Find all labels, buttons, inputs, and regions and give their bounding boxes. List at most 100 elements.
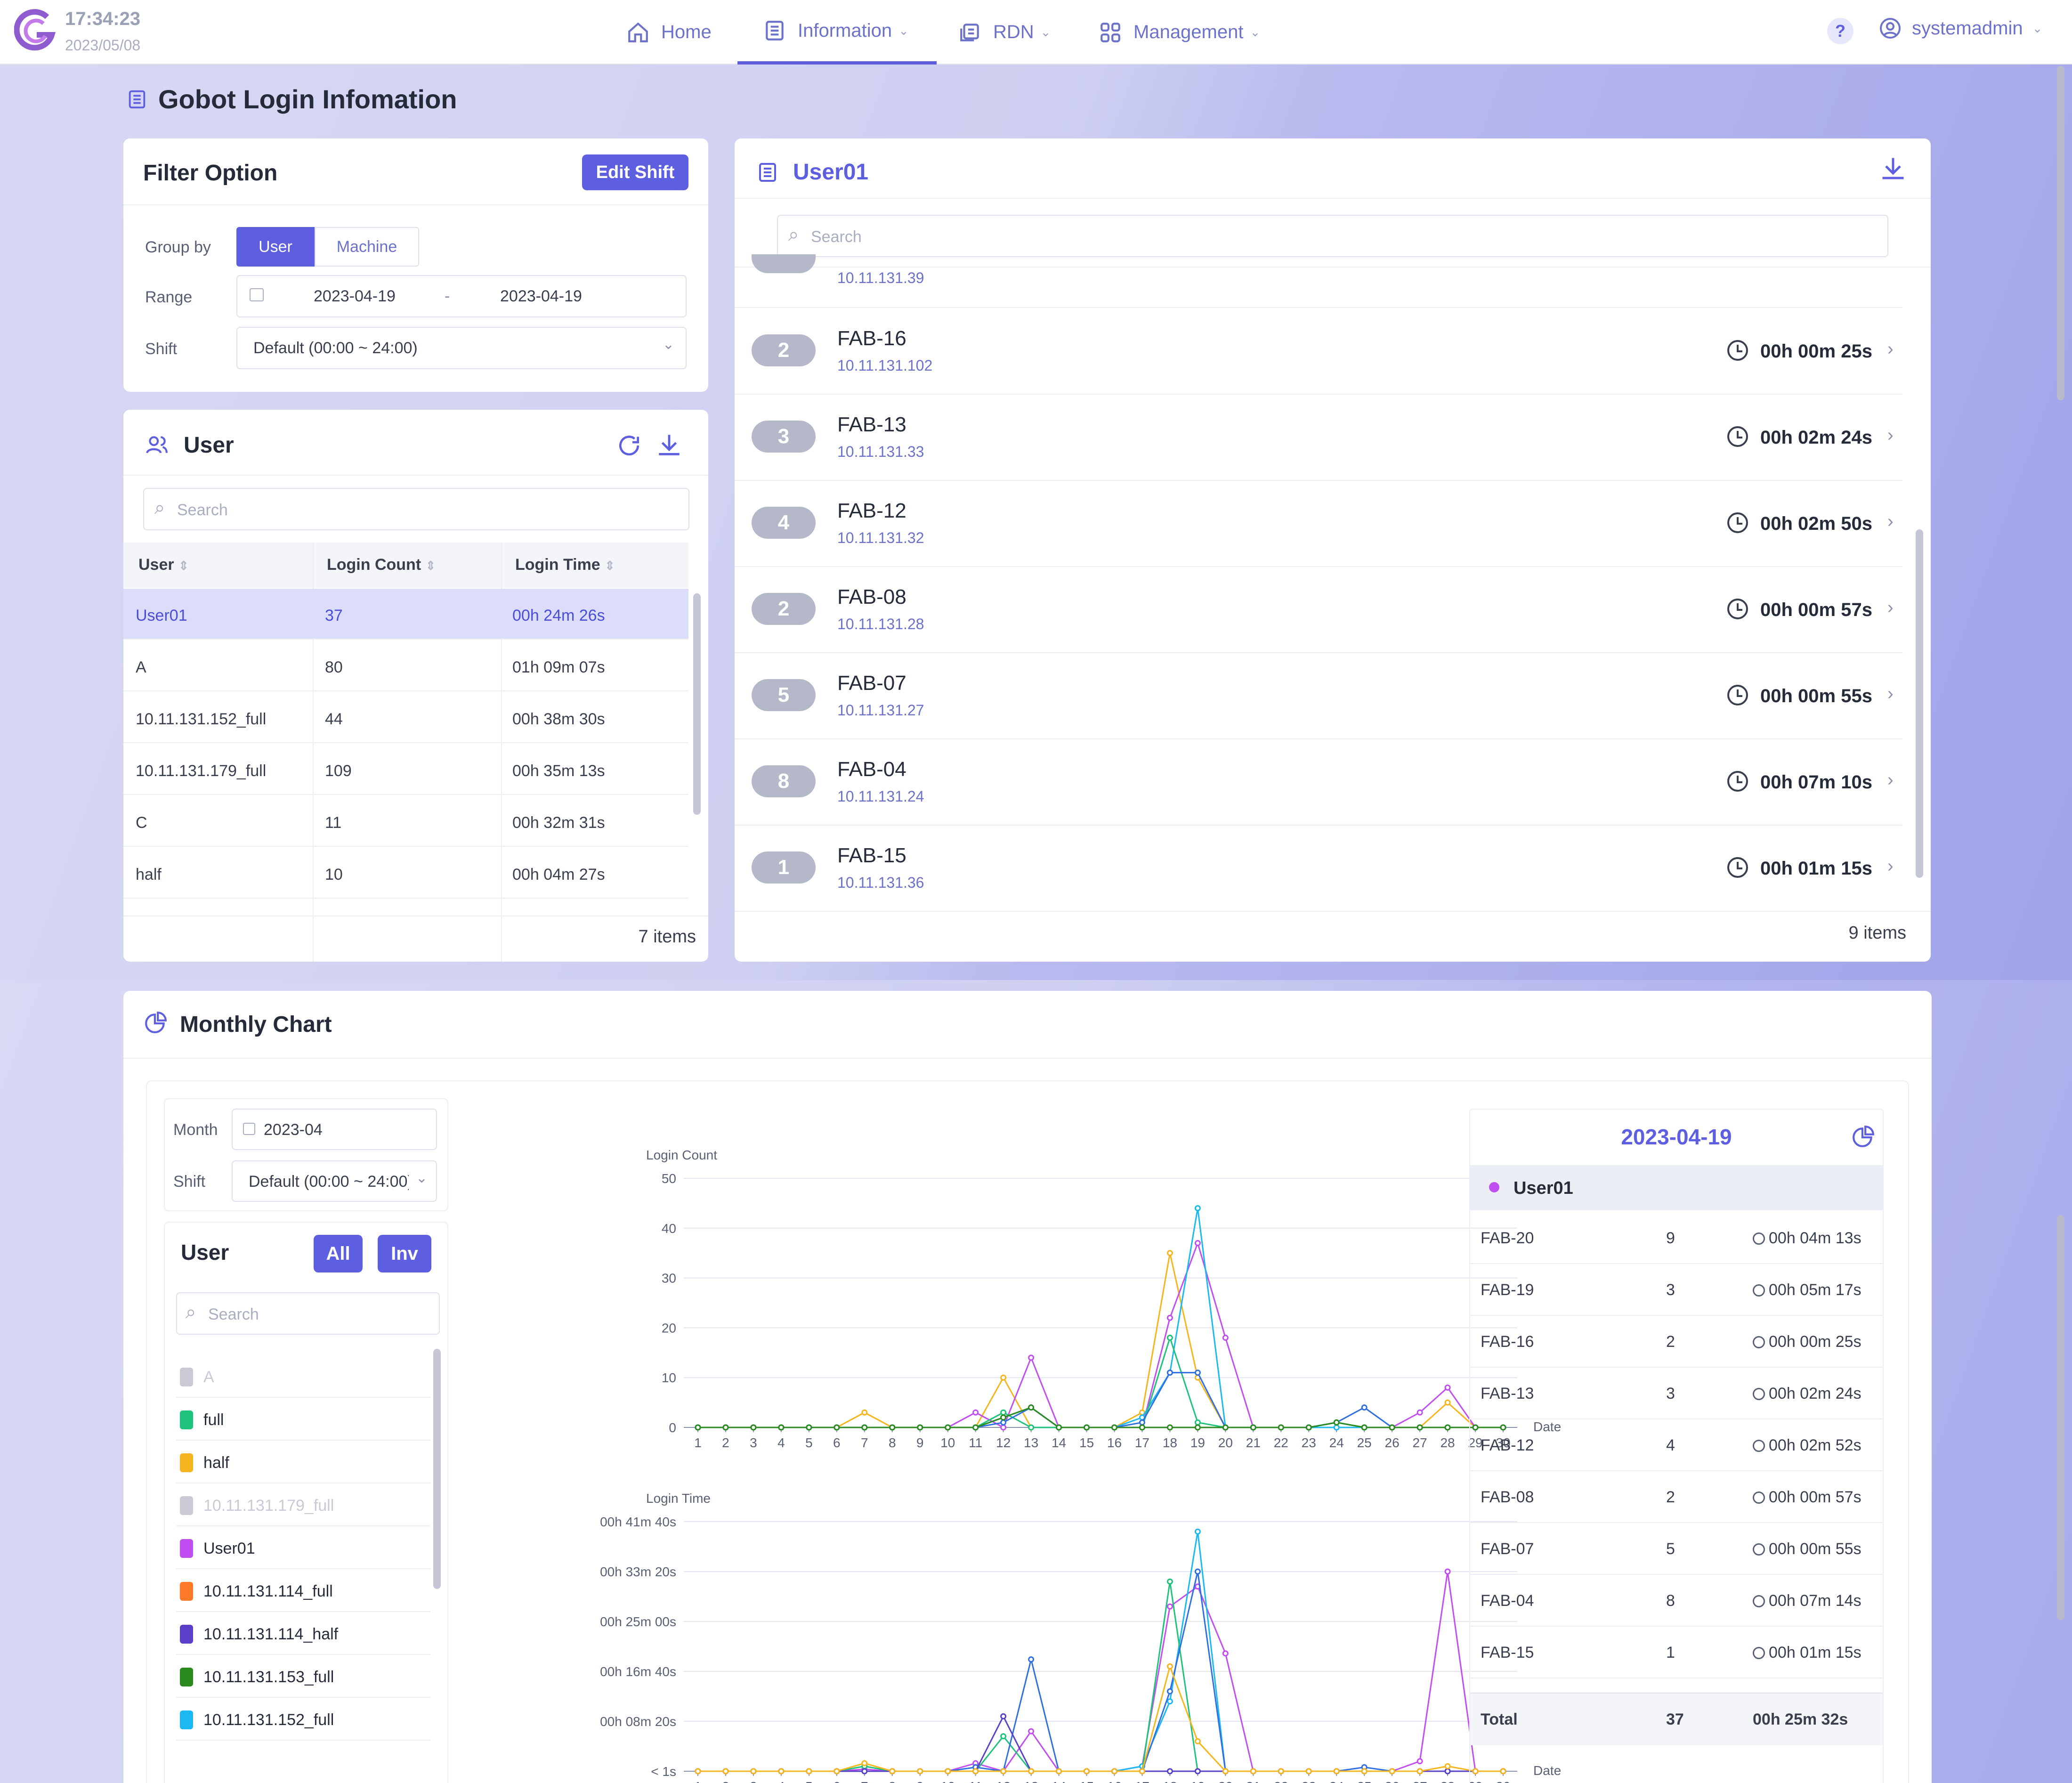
user-search-input[interactable]: ⌕ Search bbox=[143, 488, 689, 530]
chevron-right-icon[interactable]: › bbox=[1887, 339, 1894, 359]
data-point[interactable] bbox=[1361, 1424, 1368, 1431]
data-point[interactable] bbox=[1000, 1768, 1007, 1775]
data-point[interactable] bbox=[1028, 1768, 1035, 1775]
detail-search-input[interactable]: ⌕ Search bbox=[777, 215, 1888, 257]
data-point[interactable] bbox=[1444, 1384, 1451, 1391]
data-point[interactable] bbox=[1250, 1424, 1256, 1431]
refresh-icon[interactable] bbox=[616, 432, 642, 459]
data-point[interactable] bbox=[1056, 1768, 1062, 1775]
nav-management[interactable]: Management ⌄ bbox=[1099, 0, 1260, 65]
data-point[interactable] bbox=[1416, 1768, 1423, 1775]
data-point[interactable] bbox=[1166, 1370, 1173, 1376]
pie-chart-icon[interactable] bbox=[1852, 1125, 1875, 1148]
data-point[interactable] bbox=[1111, 1424, 1117, 1431]
data-point[interactable] bbox=[1389, 1424, 1395, 1431]
data-point[interactable] bbox=[945, 1768, 951, 1775]
data-point[interactable] bbox=[1166, 1603, 1173, 1610]
data-point[interactable] bbox=[1028, 1404, 1035, 1411]
nav-rdn[interactable]: RDN ⌄ bbox=[958, 0, 1051, 65]
data-point[interactable] bbox=[1305, 1768, 1312, 1775]
chevron-right-icon[interactable]: › bbox=[1887, 856, 1894, 876]
user-menu[interactable]: systemadmin ⌄ bbox=[1879, 17, 2042, 40]
data-point[interactable] bbox=[889, 1768, 896, 1775]
chevron-right-icon[interactable]: › bbox=[1887, 425, 1894, 446]
download-icon[interactable] bbox=[656, 431, 683, 459]
nav-home[interactable]: Home bbox=[626, 0, 712, 65]
data-point[interactable] bbox=[972, 1768, 979, 1775]
shift-select[interactable]: Default (00:00 ~ 24:00) ⌄ bbox=[236, 327, 687, 369]
data-point[interactable] bbox=[834, 1768, 840, 1775]
scrollbar[interactable] bbox=[1916, 529, 1923, 878]
data-point[interactable] bbox=[1444, 1568, 1451, 1575]
help-button[interactable]: ? bbox=[1827, 18, 1853, 44]
data-point[interactable] bbox=[750, 1424, 757, 1431]
legend-item[interactable]: 10.11.131.114_half bbox=[180, 1620, 425, 1648]
data-point[interactable] bbox=[722, 1768, 729, 1775]
data-point[interactable] bbox=[1416, 1424, 1423, 1431]
data-point[interactable] bbox=[1166, 1688, 1173, 1694]
data-point[interactable] bbox=[1028, 1424, 1035, 1431]
data-point[interactable] bbox=[1333, 1419, 1340, 1426]
date-range-input[interactable]: 2023-04-19 - 2023-04-19 bbox=[236, 275, 687, 317]
group-by-machine-toggle[interactable]: Machine bbox=[315, 227, 419, 267]
data-point[interactable] bbox=[1444, 1763, 1451, 1769]
data-point[interactable] bbox=[861, 1424, 868, 1431]
data-point[interactable] bbox=[1278, 1768, 1284, 1775]
data-point[interactable] bbox=[1444, 1399, 1451, 1406]
page-scrollbar[interactable] bbox=[2057, 1215, 2064, 1620]
legend-item[interactable]: half bbox=[180, 1449, 425, 1477]
data-point[interactable] bbox=[861, 1768, 868, 1775]
data-point[interactable] bbox=[1194, 1424, 1201, 1431]
data-point[interactable] bbox=[1194, 1419, 1201, 1426]
data-point[interactable] bbox=[778, 1768, 785, 1775]
data-point[interactable] bbox=[1139, 1419, 1145, 1426]
data-point[interactable] bbox=[1084, 1424, 1090, 1431]
legend-item[interactable]: full bbox=[180, 1406, 425, 1434]
data-point[interactable] bbox=[1389, 1768, 1395, 1775]
data-point[interactable] bbox=[1139, 1768, 1145, 1775]
data-point[interactable] bbox=[1194, 1528, 1201, 1535]
legend-item[interactable]: 10.11.131.179_full bbox=[180, 1491, 425, 1520]
legend-item[interactable]: 10.11.131.114_full bbox=[180, 1577, 425, 1605]
data-point[interactable] bbox=[1361, 1404, 1368, 1411]
data-point[interactable] bbox=[1444, 1424, 1451, 1431]
page-scrollbar[interactable] bbox=[2057, 66, 2064, 400]
data-point[interactable] bbox=[1333, 1424, 1340, 1431]
data-point[interactable] bbox=[834, 1424, 840, 1431]
data-point[interactable] bbox=[1194, 1738, 1201, 1744]
data-point[interactable] bbox=[1166, 1314, 1173, 1321]
monthly-line-charts[interactable]: Login Count010203040501 2 3 4 5 6 7 8 9 10 11 12 13 1… bbox=[462, 1090, 1583, 1783]
monthly-shift-select[interactable]: Default (00:00 ~ 24:00) ⌄ bbox=[232, 1160, 437, 1202]
data-point[interactable] bbox=[1028, 1354, 1035, 1361]
data-point[interactable] bbox=[1000, 1419, 1007, 1426]
data-point[interactable] bbox=[1222, 1650, 1229, 1657]
data-point[interactable] bbox=[1194, 1370, 1201, 1376]
month-input[interactable]: 2023-04 bbox=[232, 1109, 437, 1150]
data-point[interactable] bbox=[1166, 1578, 1173, 1585]
data-point[interactable] bbox=[1416, 1409, 1423, 1416]
data-point[interactable] bbox=[1166, 1335, 1173, 1341]
chevron-right-icon[interactable]: › bbox=[1887, 598, 1894, 618]
data-point[interactable] bbox=[1028, 1656, 1035, 1663]
table-cell-user[interactable]: A bbox=[136, 658, 146, 677]
chevron-right-icon[interactable]: › bbox=[1887, 684, 1894, 704]
download-icon[interactable] bbox=[1879, 154, 1907, 183]
invert-selection-button[interactable]: Inv bbox=[378, 1235, 431, 1272]
data-point[interactable] bbox=[1166, 1768, 1173, 1775]
data-point[interactable] bbox=[1000, 1409, 1007, 1416]
data-point[interactable] bbox=[1000, 1414, 1007, 1421]
data-point[interactable] bbox=[1166, 1424, 1173, 1431]
data-point[interactable] bbox=[1194, 1240, 1201, 1247]
data-point[interactable] bbox=[695, 1424, 701, 1431]
data-point[interactable] bbox=[972, 1409, 979, 1416]
data-point[interactable] bbox=[861, 1409, 868, 1416]
group-by-user-toggle[interactable]: User bbox=[236, 227, 315, 267]
legend-item[interactable]: 10.11.131.152_full bbox=[180, 1706, 425, 1734]
data-point[interactable] bbox=[806, 1424, 812, 1431]
data-point[interactable] bbox=[778, 1424, 785, 1431]
data-point[interactable] bbox=[917, 1768, 923, 1775]
data-point[interactable] bbox=[1139, 1424, 1145, 1431]
data-point[interactable] bbox=[1056, 1424, 1062, 1431]
data-point[interactable] bbox=[1222, 1335, 1229, 1341]
data-point[interactable] bbox=[1194, 1568, 1201, 1575]
